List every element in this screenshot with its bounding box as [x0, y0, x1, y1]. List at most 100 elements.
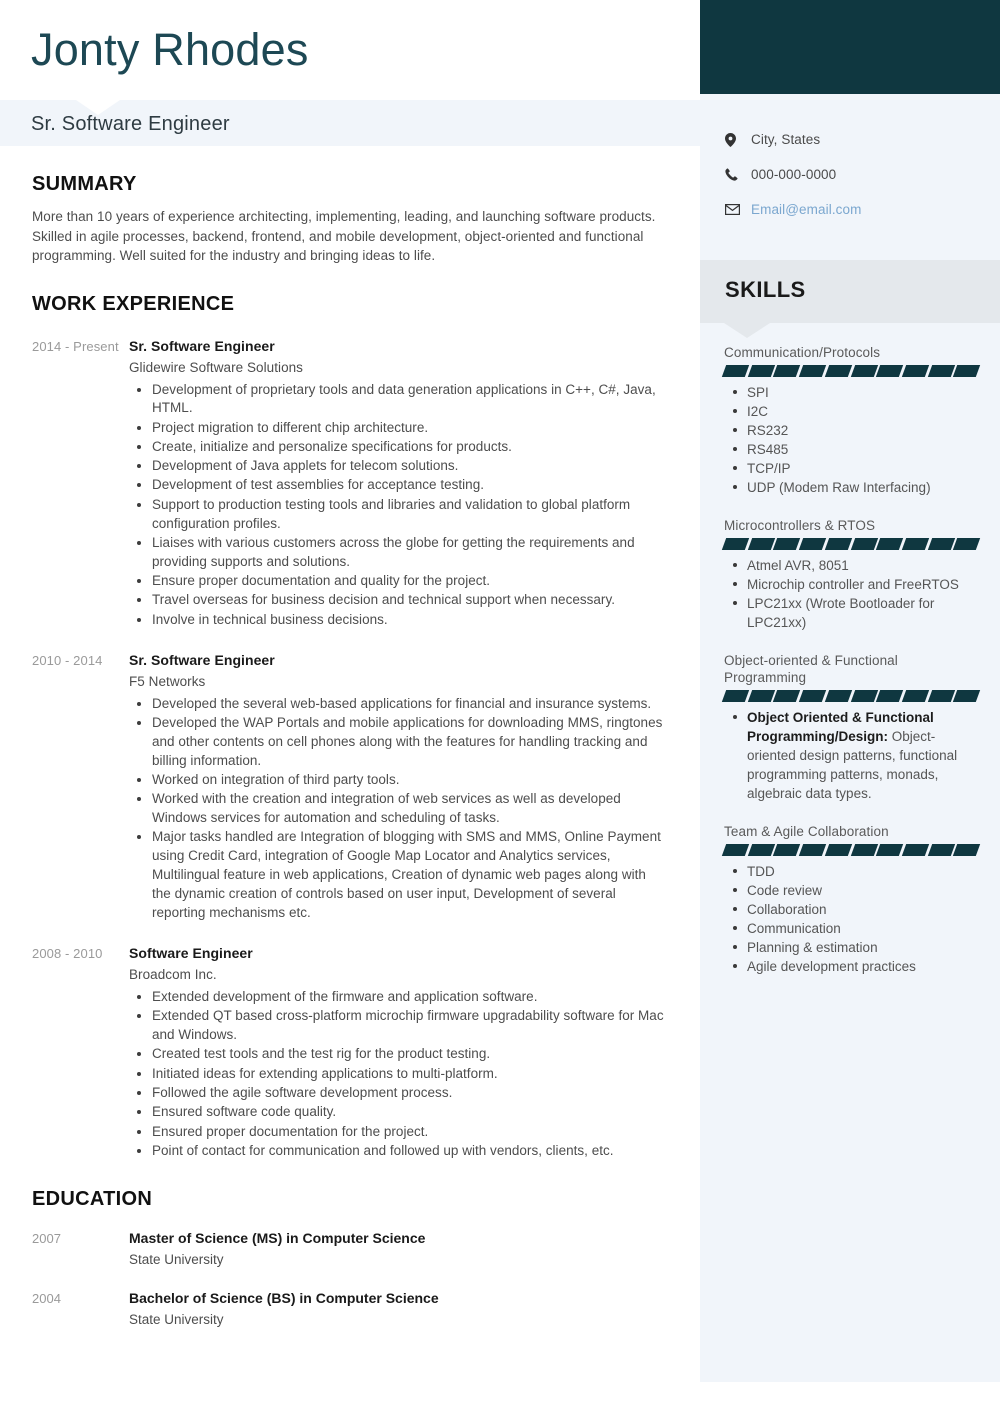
- skill-bar-segment: [773, 690, 801, 702]
- skill-bar-segment: [927, 844, 955, 856]
- list-item: Planning & estimation: [724, 938, 978, 957]
- envelope-icon: [725, 204, 745, 215]
- skill-bar-segment: [798, 844, 826, 856]
- summary-text: More than 10 years of experience archite…: [32, 209, 656, 263]
- list-item: Ensured proper documentation for the pro…: [129, 1123, 668, 1142]
- list-item: UDP (Modem Raw Interfacing): [724, 478, 978, 497]
- skill-bar-segment: [901, 538, 929, 550]
- list-item: Object Oriented & Functional Programming…: [724, 708, 978, 803]
- contact-email-text[interactable]: Email@email.com: [751, 202, 861, 217]
- contact-email[interactable]: Email@email.com: [725, 202, 1000, 217]
- work-entry-details: Sr. Software Engineer Glidewire Software …: [129, 336, 668, 630]
- skill-bar-segment: [824, 690, 852, 702]
- list-item: LPC21xx (Wrote Bootloader for LPC21xx): [724, 594, 978, 632]
- skill-bar-segment: [953, 844, 981, 856]
- skill-group-name: Communication/Protocols: [724, 345, 881, 360]
- work-entry-date: 2014 - Present: [32, 338, 119, 354]
- skill-bar-segment: [721, 844, 749, 856]
- skill-group: Communication/Protocols SPI I2C RS232 RS485 T…: [721, 344, 981, 497]
- education-entry-date: 2004: [32, 1291, 61, 1307]
- list-item: Followed the agile software development …: [129, 1084, 668, 1103]
- list-item: Extended development of the firmware and…: [129, 988, 668, 1007]
- skill-bar-segment: [747, 365, 775, 377]
- skill-level-bar: [721, 844, 981, 856]
- skill-items: Atmel AVR, 8051 Microchip controller and …: [724, 556, 978, 632]
- list-item: Liaises with various customers across th…: [129, 534, 668, 572]
- work-entry: 2010 - 2014 Sr. Software Engineer F5 Netwo…: [32, 650, 668, 923]
- list-item: Initiated ideas for extending applicatio…: [129, 1065, 668, 1084]
- contact-section: City, States 000-000-0000 Email@email.co…: [700, 94, 1000, 260]
- skill-bar-segment: [850, 538, 878, 550]
- list-item: Atmel AVR, 8051: [724, 556, 978, 575]
- skill-group: Object-oriented & Functional Programming…: [721, 652, 981, 803]
- list-item: Ensured software code quality.: [129, 1103, 668, 1122]
- work-entry-details: Software Engineer Broadcom Inc. Extended d…: [129, 943, 668, 1161]
- contact-location: City, States: [725, 132, 1000, 147]
- skill-bar-segment: [824, 538, 852, 550]
- skill-bar-segment: [798, 365, 826, 377]
- contact-location-text: City, States: [751, 132, 821, 147]
- list-item: Project migration to different chip arch…: [129, 419, 668, 438]
- skill-bar-segment: [721, 690, 749, 702]
- contact-phone: 000-000-0000: [725, 167, 1000, 182]
- skill-group: Microcontrollers & RTOS Atmel AVR, 8051 Mi…: [721, 517, 981, 632]
- skills-heading-band: SKILLS: [700, 260, 1000, 323]
- list-item: Major tasks handled are Integration of b…: [129, 828, 668, 922]
- skill-bar-segment: [850, 690, 878, 702]
- sidebar: City, States 000-000-0000 Email@email.co…: [700, 0, 1000, 1382]
- main-body: SUMMARY More than 10 years of experience…: [0, 146, 700, 1331]
- skills-body: Communication/Protocols SPI I2C RS232 RS485 T…: [700, 336, 1000, 976]
- skill-group-name: Microcontrollers & RTOS: [724, 518, 876, 533]
- skill-bar-segment: [927, 690, 955, 702]
- skill-bar-segment: [721, 365, 749, 377]
- education-entry-degree: Bachelor of Science (BS) in Computer Sci…: [129, 1290, 439, 1307]
- list-item: Developed the WAP Portals and mobile app…: [129, 714, 668, 770]
- list-item: Extended QT based cross-platform microch…: [129, 1007, 668, 1045]
- work-entry-date: 2008 - 2010: [32, 945, 103, 961]
- skill-bar-segment: [850, 844, 878, 856]
- list-item: TCP/IP: [724, 459, 978, 478]
- skill-group: Team & Agile Collaboration TDD Code review…: [721, 823, 981, 976]
- education-entry-school: State University: [129, 1312, 224, 1328]
- list-item: Microchip controller and FreeRTOS: [724, 575, 978, 594]
- skill-bar-segment: [953, 538, 981, 550]
- education-entry-details: Master of Science (MS) in Computer Scien…: [129, 1228, 425, 1271]
- work-entry-date: 2010 - 2014: [32, 652, 103, 668]
- education-entry-date: 2007: [32, 1231, 61, 1247]
- job-title: Sr. Software Engineer: [31, 113, 230, 135]
- work-entry-role: Software Engineer: [129, 944, 253, 961]
- skill-bar-segment: [927, 538, 955, 550]
- work-entry-organization: F5 Networks: [129, 673, 206, 689]
- skills-band-notch: [724, 323, 770, 338]
- summary-heading: SUMMARY: [32, 173, 137, 195]
- work-entry-bullets: Extended development of the firmware and…: [129, 988, 668, 1161]
- list-item: Development of test assemblies for accep…: [129, 476, 668, 495]
- skill-bar-segment: [824, 365, 852, 377]
- list-item: Communication: [724, 919, 978, 938]
- work-entry-details: Sr. Software Engineer F5 Networks Develope…: [129, 650, 668, 923]
- skill-bar-segment: [901, 365, 929, 377]
- list-item: Development of Java applets for telecom …: [129, 457, 668, 476]
- list-item: RS232: [724, 421, 978, 440]
- list-item: Code review: [724, 881, 978, 900]
- skill-level-bar: [721, 690, 981, 702]
- skill-bar-segment: [876, 538, 904, 550]
- list-item: Support to production testing tools and …: [129, 496, 668, 534]
- education-entry-details: Bachelor of Science (BS) in Computer Sci…: [129, 1288, 439, 1331]
- education-entry-school: State University: [129, 1252, 224, 1268]
- list-item: Development of proprietary tools and dat…: [129, 381, 668, 419]
- education-entries: 2007 Master of Science (MS) in Computer S…: [32, 1228, 668, 1331]
- skill-bar-segment: [953, 365, 981, 377]
- skill-bar-segment: [798, 690, 826, 702]
- skill-bar-segment: [798, 538, 826, 550]
- skill-bar-segment: [747, 690, 775, 702]
- work-entry-bullets: Development of proprietary tools and dat…: [129, 381, 668, 630]
- list-item: Ensure proper documentation and quality …: [129, 572, 668, 591]
- skill-bar-segment: [747, 844, 775, 856]
- work-entries: 2014 - Present Sr. Software Engineer Glide…: [32, 336, 668, 1162]
- skill-bar-segment: [824, 844, 852, 856]
- map-pin-icon: [725, 132, 745, 147]
- education-entry-degree: Master of Science (MS) in Computer Scien…: [129, 1230, 426, 1247]
- skill-items: SPI I2C RS232 RS485 TCP/IP UDP (Modem Raw Int…: [724, 383, 978, 497]
- list-item: SPI: [724, 383, 978, 402]
